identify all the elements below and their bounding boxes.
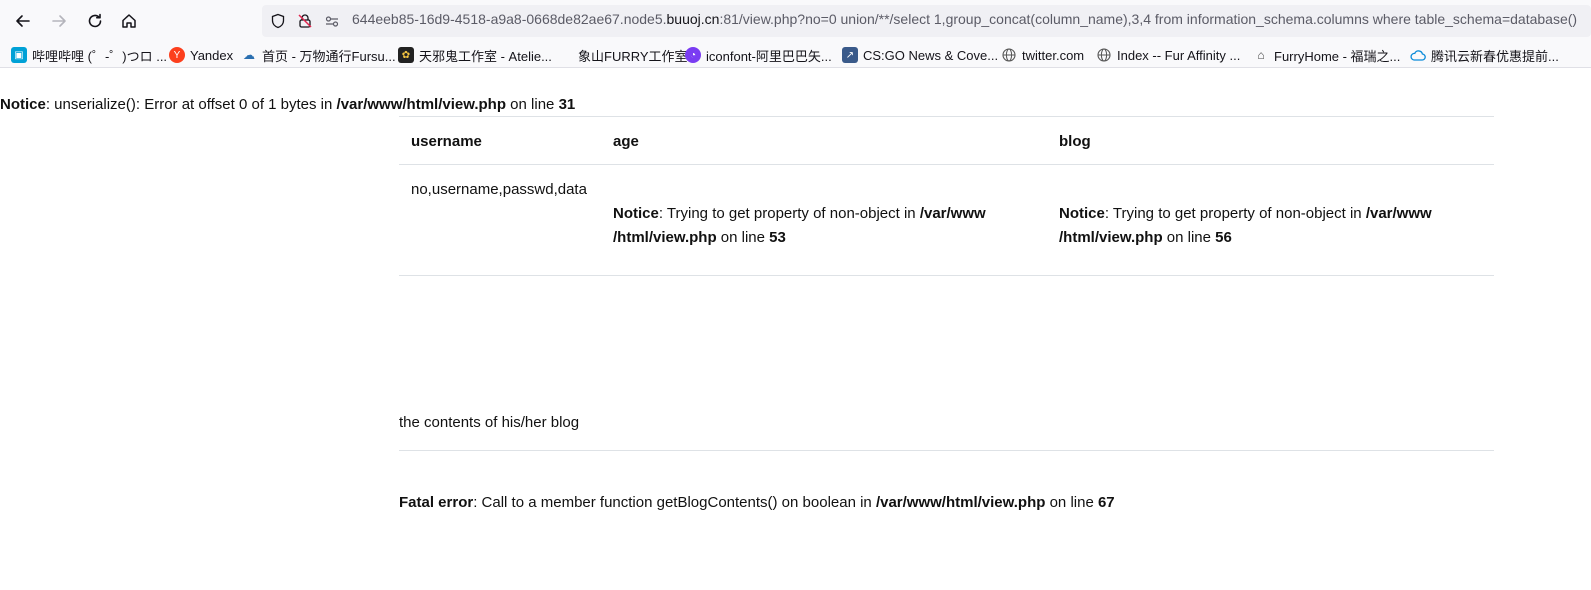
bookmark-item[interactable]: ⌂ FurryHome - 福瑞之... — [1253, 46, 1400, 64]
browser-toolbar: 644eeb85-16d9-4518-a9a8-0668de82ae67.nod… — [0, 0, 1591, 42]
bookmark-item[interactable]: 象山FURRY工作室 — [557, 46, 688, 64]
header-age: age — [613, 133, 639, 150]
url-text[interactable]: 644eeb85-16d9-4518-a9a8-0668de82ae67.nod… — [352, 11, 1577, 27]
permissions-icon[interactable] — [324, 13, 340, 29]
yandex-icon: Y — [169, 47, 185, 63]
bookmarks-toolbar: ▣ 哔哩哔哩 (゜-゜)つロ ... Y Yandex ☁ 首页 - 万物通行F… — [0, 42, 1591, 68]
cell-username: no,username,passwd,data — [411, 181, 587, 198]
bookmark-item[interactable]: ▣ 哔哩哔哩 (゜-゜)つロ ... — [11, 46, 167, 64]
back-arrow-icon — [16, 15, 30, 27]
globe-icon — [1001, 47, 1017, 63]
home-button[interactable] — [117, 9, 141, 33]
table-top-border — [399, 116, 1494, 117]
globe-icon — [1096, 47, 1112, 63]
address-bar[interactable]: 644eeb85-16d9-4518-a9a8-0668de82ae67.nod… — [262, 5, 1591, 37]
reload-icon — [88, 13, 102, 28]
forward-button[interactable] — [47, 9, 71, 33]
forward-arrow-icon — [52, 15, 66, 27]
bookmark-item[interactable]: 腾讯云新春优惠提前... — [1410, 46, 1559, 64]
bookmark-item[interactable]: ↗ CS:GO News & Cove... — [842, 46, 998, 64]
bookmark-item[interactable]: ✿ 天邪鬼工作室 - Atelie... — [398, 46, 552, 64]
unserialize-notice: Notice: unserialize(): Error at offset 0… — [0, 96, 576, 113]
bookmark-item[interactable]: ◔ iconfont-阿里巴巴矢... — [685, 46, 832, 64]
fatal-error-message: Fatal error: Call to a member function g… — [399, 494, 1115, 511]
iconfont-icon: ◔ — [685, 47, 701, 63]
bookmark-item[interactable]: Y Yandex — [169, 46, 233, 64]
cloud-icon — [1410, 47, 1426, 63]
furryhome-icon: ⌂ — [1257, 48, 1265, 62]
paw-icon: ✿ — [398, 47, 414, 63]
blank-icon — [557, 47, 573, 63]
header-blog: blog — [1059, 133, 1091, 150]
reload-button[interactable] — [83, 9, 107, 33]
blog-divider — [399, 450, 1494, 451]
cell-blog-notice: Notice: Trying to get property of non-ob… — [1059, 205, 1432, 246]
home-icon — [122, 14, 136, 28]
back-button[interactable] — [11, 9, 35, 33]
csgo-icon: ↗ — [842, 47, 858, 63]
table-header-border — [399, 164, 1494, 165]
bookmark-item[interactable]: Index -- Fur Affinity ... — [1096, 46, 1240, 64]
shield-icon[interactable] — [270, 13, 286, 29]
bookmark-item[interactable]: twitter.com — [1001, 46, 1084, 64]
bilibili-icon: ▣ — [11, 47, 27, 63]
insecure-lock-icon[interactable] — [297, 13, 313, 29]
fursuit-icon: ☁ — [243, 48, 255, 62]
cell-age-notice: Notice: Trying to get property of non-ob… — [613, 205, 986, 246]
bookmark-item[interactable]: ☁ 首页 - 万物通行Fursu... — [241, 46, 396, 64]
table-row-border — [399, 275, 1494, 276]
blog-contents-text: the contents of his/her blog — [399, 414, 580, 431]
header-username: username — [411, 133, 482, 150]
